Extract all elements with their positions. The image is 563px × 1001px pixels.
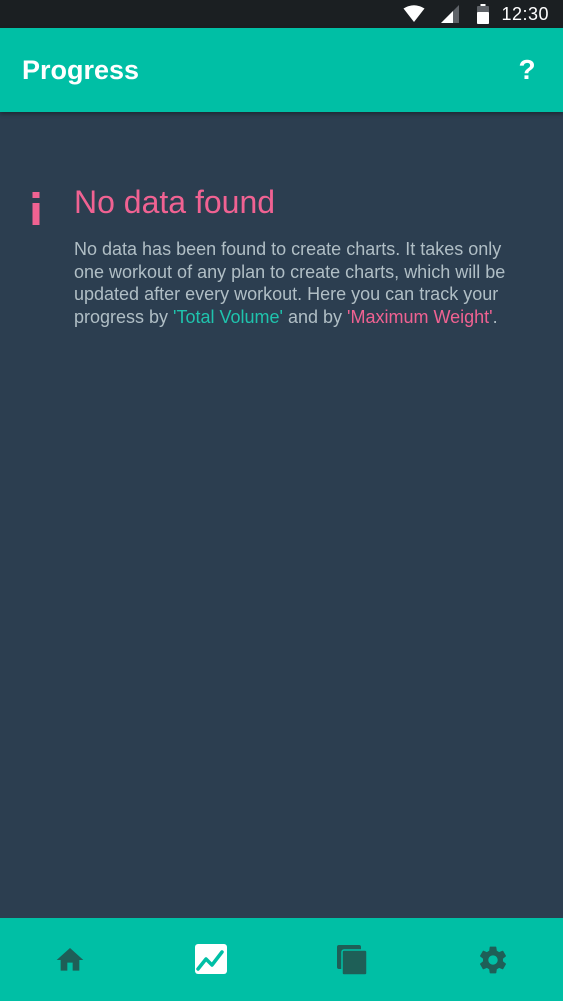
nav-plans[interactable] xyxy=(282,918,423,1001)
empty-state-description: No data has been found to create charts.… xyxy=(74,238,536,328)
nav-progress[interactable] xyxy=(141,918,282,1001)
battery-icon xyxy=(477,4,490,24)
home-icon xyxy=(54,944,86,976)
nav-settings[interactable] xyxy=(422,918,563,1001)
cell-signal-icon xyxy=(441,5,460,23)
plans-stack-icon xyxy=(336,944,368,976)
nav-home[interactable] xyxy=(0,918,141,1001)
page-title: Progress xyxy=(22,55,140,85)
status-clock: 12:30 xyxy=(501,3,549,24)
status-bar: 12:30 xyxy=(0,0,563,28)
status-icons: 12:30 xyxy=(403,0,549,28)
app-bar: Progress ? xyxy=(0,28,563,112)
description-text-2: and by xyxy=(282,306,348,327)
empty-state-title: No data found xyxy=(74,184,276,220)
settings-gear-icon xyxy=(477,944,509,976)
progress-content: No data found No data has been found to … xyxy=(0,112,563,918)
wifi-icon xyxy=(403,5,425,23)
description-text-end: . xyxy=(492,306,498,327)
progress-chart-icon xyxy=(194,943,228,977)
total-volume-highlight: 'Total Volume' xyxy=(173,306,283,327)
bottom-navigation xyxy=(0,918,563,1001)
help-button[interactable]: ? xyxy=(509,50,545,90)
maximum-weight-highlight: 'Maximum Weight' xyxy=(347,306,493,327)
info-icon xyxy=(26,188,46,228)
